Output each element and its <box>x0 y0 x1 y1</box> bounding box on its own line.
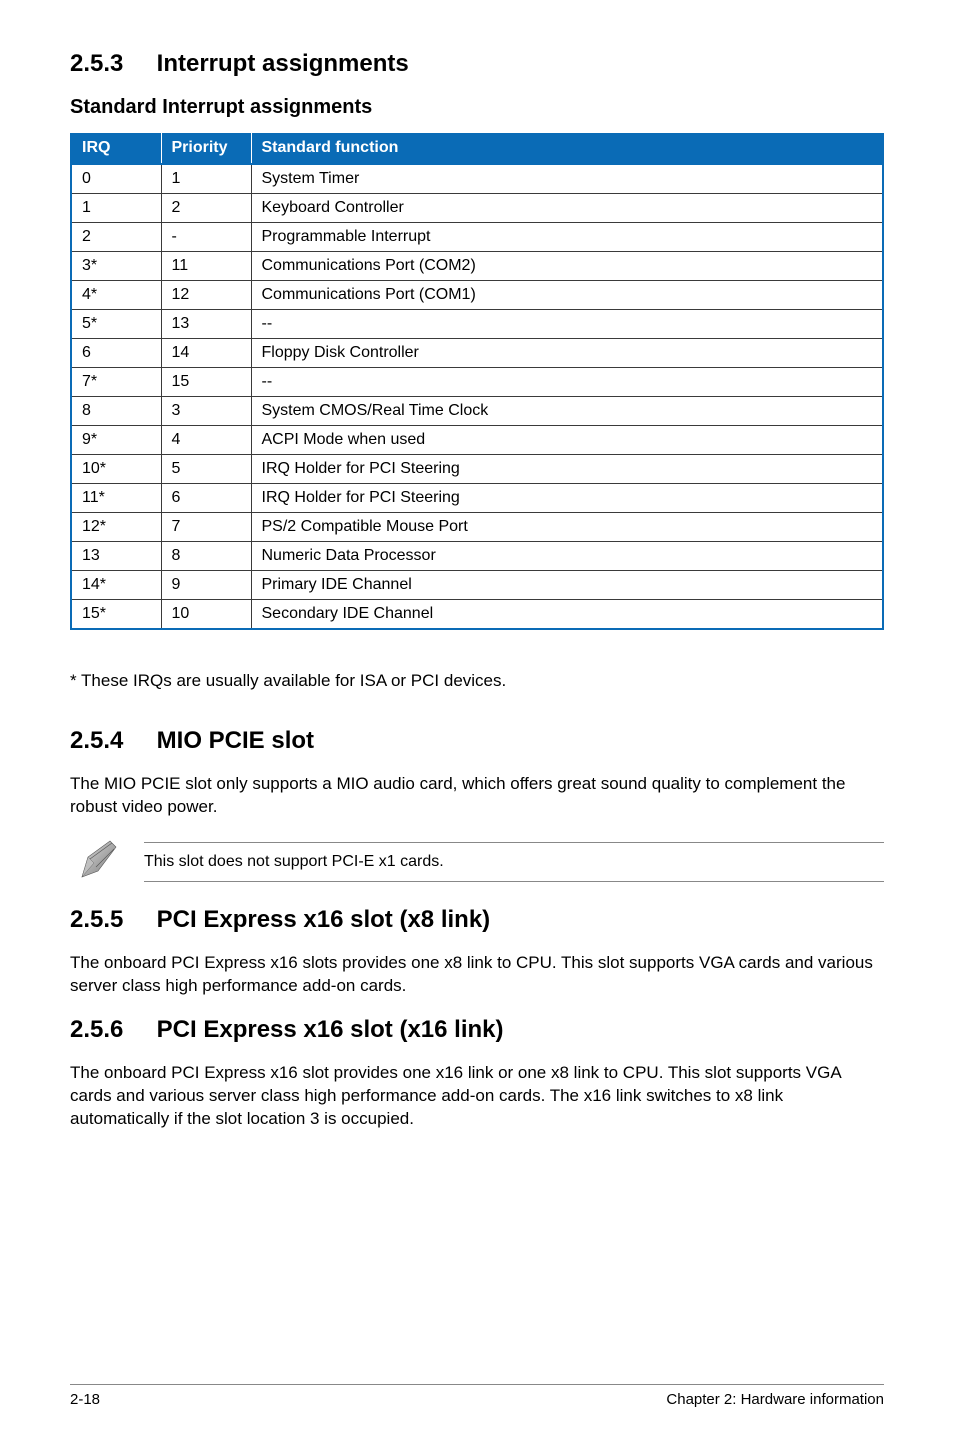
heading-253: 2.5.3 Interrupt assignments <box>70 50 884 78</box>
table-cell: -- <box>251 368 883 397</box>
chapter-label: Chapter 2: Hardware information <box>666 1391 884 1408</box>
table-cell: Programmable Interrupt <box>251 223 883 252</box>
paragraph-255: The onboard PCI Express x16 slots provid… <box>70 952 884 998</box>
heading-num: 2.5.3 <box>70 50 150 78</box>
heading-title: PCI Express x16 slot (x16 link) <box>157 1016 504 1043</box>
heading-num: 2.5.5 <box>70 906 150 934</box>
table-cell: 3 <box>161 397 251 426</box>
table-cell: 5* <box>71 310 161 339</box>
table-cell: 12 <box>161 281 251 310</box>
table-cell: 13 <box>71 542 161 571</box>
table-cell: 8 <box>71 397 161 426</box>
table-cell: Communications Port (COM1) <box>251 281 883 310</box>
heading-254: 2.5.4 MIO PCIE slot <box>70 727 884 755</box>
table-cell: 7 <box>161 513 251 542</box>
table-row: 7*15-- <box>71 368 883 397</box>
table-cell: 8 <box>161 542 251 571</box>
table-cell: 5 <box>161 455 251 484</box>
table-cell: 4* <box>71 281 161 310</box>
heading-255: 2.5.5 PCI Express x16 slot (x8 link) <box>70 906 884 934</box>
table-cell: -- <box>251 310 883 339</box>
table-cell: 1 <box>161 164 251 194</box>
table-row: 01System Timer <box>71 164 883 194</box>
th-priority: Priority <box>161 133 251 164</box>
page-footer: 2-18 Chapter 2: Hardware information <box>70 1384 884 1408</box>
th-irq: IRQ <box>71 133 161 164</box>
table-cell: Communications Port (COM2) <box>251 252 883 281</box>
pencil-icon <box>76 837 122 888</box>
table-row: 83System CMOS/Real Time Clock <box>71 397 883 426</box>
table-cell: 4 <box>161 426 251 455</box>
table-cell: System CMOS/Real Time Clock <box>251 397 883 426</box>
heading-num: 2.5.6 <box>70 1016 150 1044</box>
table-row: 3*11Communications Port (COM2) <box>71 252 883 281</box>
table-row: 2-Programmable Interrupt <box>71 223 883 252</box>
page-number: 2-18 <box>70 1391 100 1408</box>
table-cell: 3* <box>71 252 161 281</box>
note-text: This slot does not support PCI-E x1 card… <box>144 853 444 870</box>
paragraph-254: The MIO PCIE slot only supports a MIO au… <box>70 773 884 819</box>
table-cell: Keyboard Controller <box>251 194 883 223</box>
note-block: This slot does not support PCI-E x1 card… <box>70 837 884 888</box>
table-cell: IRQ Holder for PCI Steering <box>251 484 883 513</box>
table-cell: 6 <box>71 339 161 368</box>
table-footnote: * These IRQs are usually available for I… <box>70 670 884 693</box>
table-cell: Secondary IDE Channel <box>251 600 883 630</box>
table-row: 4*12Communications Port (COM1) <box>71 281 883 310</box>
table-row: 12*7PS/2 Compatible Mouse Port <box>71 513 883 542</box>
table-cell: 7* <box>71 368 161 397</box>
table-row: 9*4ACPI Mode when used <box>71 426 883 455</box>
table-row: 138Numeric Data Processor <box>71 542 883 571</box>
heading-num: 2.5.4 <box>70 727 150 755</box>
table-cell: 9* <box>71 426 161 455</box>
table-cell: - <box>161 223 251 252</box>
table-cell: Floppy Disk Controller <box>251 339 883 368</box>
table-cell: 0 <box>71 164 161 194</box>
subheading-standard-interrupt: Standard Interrupt assignments <box>70 96 884 119</box>
table-cell: IRQ Holder for PCI Steering <box>251 455 883 484</box>
heading-title: Interrupt assignments <box>157 50 409 77</box>
table-cell: 1 <box>71 194 161 223</box>
table-row: 10*5IRQ Holder for PCI Steering <box>71 455 883 484</box>
heading-256: 2.5.6 PCI Express x16 slot (x16 link) <box>70 1016 884 1044</box>
table-cell: 10* <box>71 455 161 484</box>
th-function: Standard function <box>251 133 883 164</box>
paragraph-256: The onboard PCI Express x16 slot provide… <box>70 1062 884 1131</box>
table-row: 14*9Primary IDE Channel <box>71 571 883 600</box>
table-cell: 15* <box>71 600 161 630</box>
table-cell: 15 <box>161 368 251 397</box>
table-row: 12Keyboard Controller <box>71 194 883 223</box>
table-cell: System Timer <box>251 164 883 194</box>
table-cell: 14 <box>161 339 251 368</box>
table-row: 5*13-- <box>71 310 883 339</box>
table-row: 11*6IRQ Holder for PCI Steering <box>71 484 883 513</box>
table-cell: 9 <box>161 571 251 600</box>
table-cell: 14* <box>71 571 161 600</box>
table-cell: ACPI Mode when used <box>251 426 883 455</box>
table-cell: 6 <box>161 484 251 513</box>
table-cell: 11* <box>71 484 161 513</box>
heading-title: PCI Express x16 slot (x8 link) <box>157 906 490 933</box>
table-cell: Primary IDE Channel <box>251 571 883 600</box>
table-cell: 11 <box>161 252 251 281</box>
table-cell: 13 <box>161 310 251 339</box>
table-row: 614Floppy Disk Controller <box>71 339 883 368</box>
table-cell: 10 <box>161 600 251 630</box>
table-cell: PS/2 Compatible Mouse Port <box>251 513 883 542</box>
table-row: 15*10Secondary IDE Channel <box>71 600 883 630</box>
heading-title: MIO PCIE slot <box>157 727 314 754</box>
table-cell: 2 <box>161 194 251 223</box>
irq-table: IRQ Priority Standard function 01System … <box>70 133 884 630</box>
table-cell: 2 <box>71 223 161 252</box>
table-cell: 12* <box>71 513 161 542</box>
table-cell: Numeric Data Processor <box>251 542 883 571</box>
